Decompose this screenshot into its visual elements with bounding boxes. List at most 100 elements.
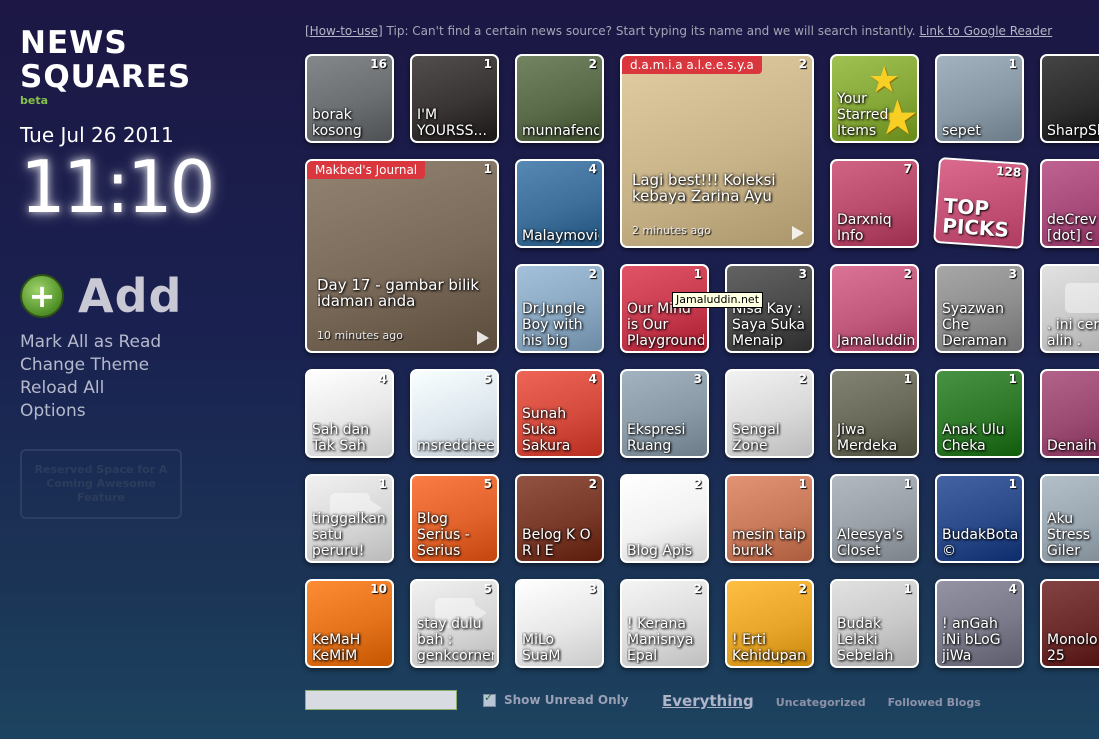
feed-tile[interactable]: 1 Aleesya's Closet — [830, 474, 919, 563]
reload-all-link[interactable]: Reload All — [20, 377, 290, 400]
feed-tile[interactable]: SharpSh — [1040, 54, 1099, 143]
feed-tile[interactable]: 4 Malaymovie — [515, 159, 604, 248]
tile-title: munnafend — [522, 123, 599, 139]
unread-count: 2 — [693, 477, 702, 491]
tile-top-picks[interactable]: 128 TOP PICKS — [933, 156, 1029, 250]
feed-tile[interactable]: 1 sepet — [935, 54, 1024, 143]
unread-count: 2 — [588, 57, 597, 71]
play-icon[interactable] — [792, 226, 804, 240]
tile-title: Monolo 25 — [1047, 632, 1098, 664]
tile-title: Aku Stress Giler — [1047, 511, 1091, 559]
feed-tile[interactable]: 3 Ekspresi Ruang — [620, 369, 709, 458]
tile-title: Sunah Suka Sakura — [522, 406, 571, 454]
feed-tile[interactable]: 2 munnafend — [515, 54, 604, 143]
feed-tile[interactable]: 2 ! Kerana Manisnya Epal — [620, 579, 709, 668]
feed-tile[interactable]: 3 MiLo SuaM — [515, 579, 604, 668]
feed-tile[interactable]: 1 BudakBota © — [935, 474, 1024, 563]
unread-count: 1 — [1008, 477, 1017, 491]
play-icon[interactable] — [477, 331, 489, 345]
unread-count: 2 — [903, 267, 912, 281]
tile-title: Aleesya's Closet — [837, 527, 903, 559]
feed-tile[interactable]: 4 Sah dan Tak Sah — [305, 369, 394, 458]
feed-tile[interactable]: 1 mesin taip buruk — [725, 474, 814, 563]
tile-title: Sah dan Tak Sah — [312, 422, 370, 454]
change-theme-link[interactable]: Change Theme — [20, 354, 290, 377]
feed-tile[interactable]: 2 Dr.Jungle Boy with his big — [515, 264, 604, 353]
feed-tile[interactable]: 1 Budak Lelaki Sebelah — [830, 579, 919, 668]
feed-tile[interactable]: 3 Syazwan Che Deraman — [935, 264, 1024, 353]
feed-tile[interactable]: 2 Sengal Zone — [725, 369, 814, 458]
tile-title: borak kosong — [312, 107, 362, 139]
feed-tile[interactable]: 2 Jamaluddin — [830, 264, 919, 353]
unread-count: 16 — [370, 57, 387, 71]
options-link[interactable]: Options — [20, 400, 290, 423]
feed-tile[interactable]: Monolo 25 — [1040, 579, 1099, 668]
unread-count: 1 — [483, 57, 492, 71]
feed-tile[interactable]: Makbed's Journal 1 Day 17 - gambar bilik i… — [305, 159, 499, 353]
mark-all-read-link[interactable]: Mark All as Read — [20, 331, 290, 354]
tab-followed-blogs[interactable]: Followed Blogs — [888, 696, 981, 709]
post-time: 10 minutes ago — [317, 329, 403, 342]
tile-title: Anak Ulu Cheka — [942, 422, 1005, 454]
reserved-space: Reserved Space for A Coming Awesome Feat… — [20, 449, 182, 519]
tile-title: Belog K O R I E — [522, 527, 591, 559]
tile-title: Denaih — [1047, 438, 1097, 454]
unread-count: 2 — [588, 477, 597, 491]
feed-tile[interactable]: 2 Belog K O R I E — [515, 474, 604, 563]
tab-everything[interactable]: Everything — [662, 692, 754, 710]
unread-count: 5 — [483, 582, 492, 596]
feed-tile[interactable]: 1 Anak Ulu Cheka — [935, 369, 1024, 458]
feed-tile[interactable]: 5 stay dulu bah : genkcorner — [410, 579, 499, 668]
feed-tile[interactable]: 3 Nisa Kay : Saya Suka Menaip — [725, 264, 814, 353]
feed-tile[interactable]: 10 KeMaH KeMiM — [305, 579, 394, 668]
tile-title: tinggalkan satu peruru! — [312, 511, 386, 559]
feed-tile[interactable]: 5 Blog Serius - Serius — [410, 474, 499, 563]
tile-title: Jiwa Merdeka — [837, 422, 898, 454]
unread-count: 2 — [693, 582, 702, 596]
feed-tile[interactable]: 2 ! Erti Kehidupan — [725, 579, 814, 668]
google-reader-link[interactable]: Link to Google Reader — [919, 24, 1052, 38]
tile-title: Blog Serius - Serius — [417, 511, 470, 559]
time-display: 11:10 — [20, 145, 216, 229]
feed-tile[interactable]: deCrev [dot] c — [1040, 159, 1099, 248]
feed-tile[interactable]: 5 msredcheek — [410, 369, 499, 458]
feed-tile[interactable]: 4 Sunah Suka Sakura — [515, 369, 604, 458]
date-display: Tue Jul 26 2011 — [20, 123, 174, 147]
add-label: Add — [78, 269, 183, 323]
feed-tile[interactable]: 1 tinggalkan satu peruru! — [305, 474, 394, 563]
unread-count: 3 — [798, 267, 807, 281]
add-button[interactable]: + Add — [20, 269, 290, 323]
tile-title: ! Kerana Manisnya Epal — [627, 616, 694, 664]
tile-title: Budak Lelaki Sebelah — [837, 616, 894, 664]
tile-title: SharpSh — [1047, 123, 1099, 139]
feed-tile[interactable]: 1 I'M YOURSS... — [410, 54, 499, 143]
checkbox-icon[interactable] — [483, 691, 496, 707]
feed-tile[interactable]: ★ ★ Your Starred Items — [830, 54, 919, 143]
unread-count: 4 — [378, 372, 387, 386]
how-to-use-link[interactable]: [How-to-use] — [305, 24, 383, 38]
feed-tile[interactable]: 16 borak kosong — [305, 54, 394, 143]
tooltip: Jamaluddin.net — [672, 292, 764, 308]
feed-tile[interactable]: 1 Jiwa Merdeka — [830, 369, 919, 458]
tile-title: KeMaH KeMiM — [312, 632, 361, 664]
feed-tile[interactable]: Aku Stress Giler — [1040, 474, 1099, 563]
logo-line-1: NEWS — [20, 25, 128, 61]
show-unread-toggle[interactable]: Show Unread Only — [483, 691, 629, 707]
feed-tile[interactable]: 2 Blog Apis — [620, 474, 709, 563]
search-input[interactable] — [305, 690, 457, 710]
unread-count: 3 — [588, 582, 597, 596]
unread-count: 4 — [588, 372, 597, 386]
feed-tile[interactable]: Denaih — [1040, 369, 1099, 458]
sidebar: NEWS SQUARES beta Tue Jul 26 2011 11:10 … — [20, 26, 290, 519]
feed-tile[interactable]: d.a.m.i.a a.l.e.e.s.y.a 2 Lagi best!!! Kol… — [620, 54, 814, 248]
feed-tile[interactable]: 7 Darxniq Info — [830, 159, 919, 248]
feed-tile[interactable]: 4 ! anGah iNi bLoG jiWa — [935, 579, 1024, 668]
feed-tile[interactable]: . ini cer alin . — [1040, 264, 1099, 353]
tip-text: Tip: Can't find a certain news source? S… — [382, 24, 920, 38]
tab-uncategorized[interactable]: Uncategorized — [776, 696, 866, 709]
tile-title: ! anGah iNi bLoG jiWa — [942, 616, 1001, 664]
tile-title: Nisa Kay : Saya Suka Menaip — [732, 301, 805, 349]
feed-tile[interactable]: 1 Our Mind is Our Playground — [620, 264, 709, 353]
unread-count: 2 — [798, 57, 807, 71]
unread-count: 5 — [483, 372, 492, 386]
